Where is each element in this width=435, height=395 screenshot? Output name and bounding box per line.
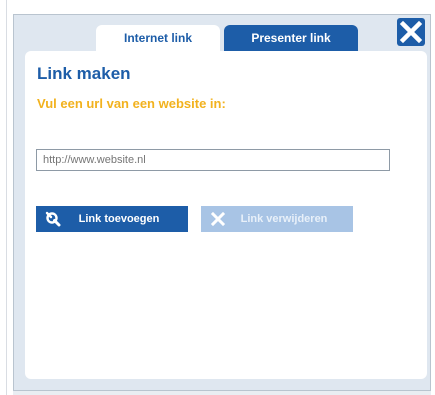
panel-title: Link maken: [37, 64, 131, 83]
add-link-button[interactable]: Link toevoegen: [36, 206, 188, 232]
tab-internet-link[interactable]: Internet link: [96, 25, 220, 51]
panel-subtitle: Vul een url van een website in:: [37, 96, 226, 111]
url-input[interactable]: [36, 149, 390, 171]
link-dialog: Internet link Presenter link Link maken …: [13, 14, 431, 391]
tab-presenter-link[interactable]: Presenter link: [224, 25, 358, 51]
background-divider: [6, 0, 7, 395]
remove-link-label: Link verwijderen: [240, 213, 328, 225]
link-icon: [42, 206, 64, 232]
close-button[interactable]: [397, 18, 425, 46]
add-link-label: Link toevoegen: [78, 213, 160, 225]
link-panel: Link maken Vul een url van een website i…: [25, 51, 427, 379]
x-icon: [207, 206, 229, 232]
remove-link-button[interactable]: Link verwijderen: [201, 206, 353, 232]
close-icon: [399, 20, 423, 44]
background-strip: [13, 391, 431, 395]
